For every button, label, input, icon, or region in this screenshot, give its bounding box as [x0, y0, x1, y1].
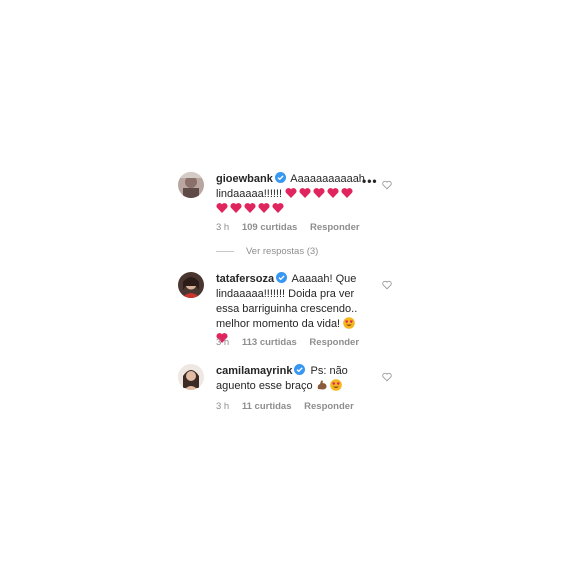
heart-eyes-emoji-icon — [329, 379, 342, 391]
likes-count[interactable]: 109 curtidas — [242, 222, 297, 233]
red-heart-emoji-icon — [258, 203, 270, 213]
likes-count[interactable]: 113 curtidas — [242, 337, 297, 348]
verified-badge-icon — [294, 364, 306, 375]
username[interactable]: camilamayrink — [216, 365, 292, 377]
view-replies-button[interactable]: Ver respostas (3) — [216, 246, 318, 257]
red-heart-emoji-icon — [313, 188, 325, 198]
divider — [216, 250, 234, 252]
more-options-icon[interactable]: ••• — [362, 174, 378, 188]
time-ago: 3 h — [216, 222, 230, 233]
like-heart-icon[interactable] — [382, 180, 392, 190]
time-ago: 3 h — [216, 337, 230, 348]
comment-body: gioewbank Aaaaaaaaaaah lindaaaaa!!!!!! — [216, 172, 366, 217]
like-heart-icon[interactable] — [382, 280, 392, 290]
avatar[interactable] — [178, 172, 204, 198]
verified-badge-icon — [274, 172, 286, 183]
comment-meta: 3 h 11 curtidas Responder — [216, 401, 364, 412]
red-heart-emoji-icon — [244, 203, 256, 213]
reply-button[interactable]: Responder — [309, 337, 359, 348]
comment-body: camilamayrink Ps: não aguento esse braço — [216, 364, 366, 394]
like-heart-icon[interactable] — [382, 372, 392, 382]
verified-badge-icon — [276, 272, 288, 283]
red-heart-emoji-icon — [230, 203, 242, 213]
red-heart-emoji-icon — [285, 188, 297, 198]
avatar[interactable] — [178, 364, 204, 390]
comment-meta: 3 h 113 curtidas Responder — [216, 337, 369, 348]
red-heart-emoji-icon — [216, 203, 228, 213]
username[interactable]: gioewbank — [216, 173, 273, 185]
view-replies-label[interactable]: Ver respostas (3) — [246, 246, 318, 257]
red-heart-emoji-icon — [299, 188, 311, 198]
reply-button[interactable]: Responder — [310, 222, 360, 233]
flexed-biceps-emoji-icon — [317, 380, 327, 390]
heart-eyes-emoji-icon — [343, 317, 355, 329]
comment-meta: 3 h 109 curtidas Responder — [216, 222, 370, 233]
comment-body: tatafersoza Aaaaah! Que lindaaaaa!!!!!!!… — [216, 272, 366, 347]
reply-button[interactable]: Responder — [304, 401, 354, 412]
likes-count[interactable]: 11 curtidas — [242, 401, 292, 412]
time-ago: 3 h — [216, 401, 230, 412]
username[interactable]: tatafersoza — [216, 273, 274, 285]
red-heart-emoji-icon — [272, 203, 284, 213]
red-heart-emoji-icon — [327, 188, 339, 198]
avatar[interactable] — [178, 272, 204, 298]
red-heart-emoji-icon — [341, 188, 353, 198]
